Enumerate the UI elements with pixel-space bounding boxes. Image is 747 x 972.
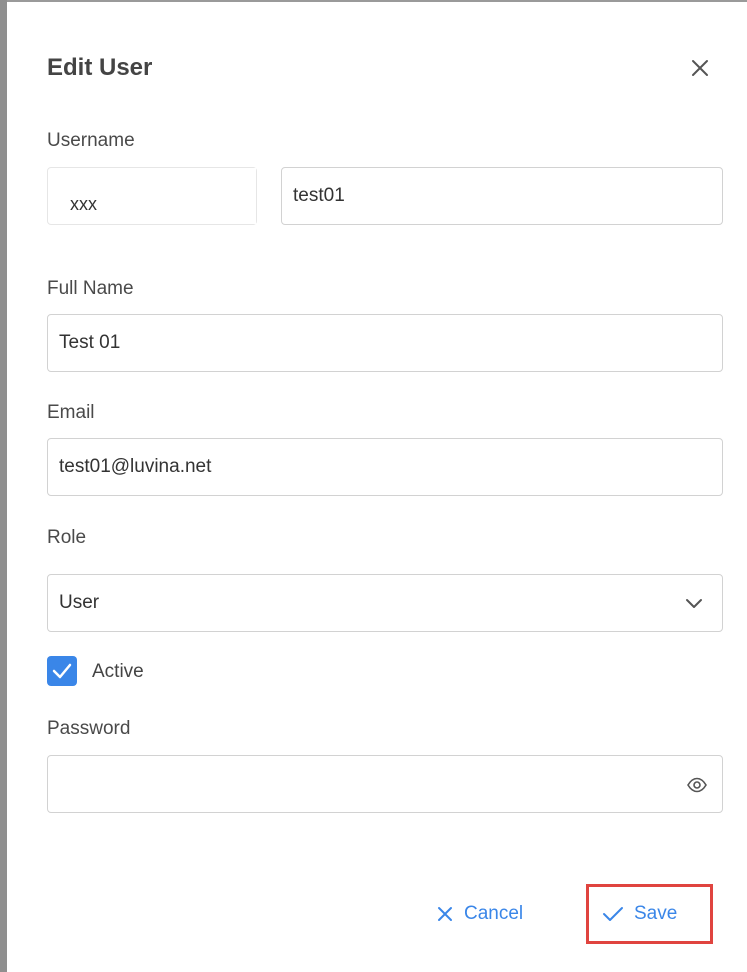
full-name-label: Full Name <box>47 278 134 299</box>
cancel-label: Cancel <box>464 903 524 924</box>
full-name-value: Test 01 <box>59 332 121 353</box>
active-label[interactable]: Active <box>92 661 144 683</box>
role-select[interactable]: User <box>47 574 723 632</box>
save-label: Save <box>634 903 678 924</box>
check-icon <box>52 663 72 679</box>
username-prefix-value: xxx <box>70 194 97 214</box>
eye-icon[interactable] <box>686 774 708 796</box>
redaction-mask <box>166 168 256 224</box>
dialog-title: Edit User <box>47 54 153 81</box>
username-input[interactable]: test01 <box>281 167 723 225</box>
email-value: test01@luvina.net <box>59 456 212 477</box>
x-icon <box>438 907 452 921</box>
close-button[interactable] <box>686 54 714 82</box>
password-label: Password <box>47 718 131 739</box>
screen: Edit User Username xxx test01 Full Name … <box>0 0 747 972</box>
chevron-down-icon <box>686 599 702 608</box>
full-name-input[interactable]: Test 01 <box>47 314 723 372</box>
active-checkbox[interactable] <box>47 656 77 686</box>
check-icon <box>603 907 623 921</box>
username-value: test01 <box>293 185 345 206</box>
username-prefix-field[interactable]: xxx <box>47 167 257 225</box>
email-label: Email <box>47 402 95 423</box>
role-label: Role <box>47 527 87 548</box>
role-selected-value: User <box>59 592 100 613</box>
edit-user-dialog: Edit User Username xxx test01 Full Name … <box>8 2 747 972</box>
cancel-button[interactable]: Cancel <box>436 898 523 930</box>
password-input[interactable] <box>47 755 723 813</box>
username-label: Username <box>47 130 135 151</box>
close-icon <box>692 60 708 76</box>
save-button[interactable]: Save <box>602 898 677 930</box>
window-left-border <box>0 0 7 972</box>
email-input[interactable]: test01@luvina.net <box>47 438 723 496</box>
